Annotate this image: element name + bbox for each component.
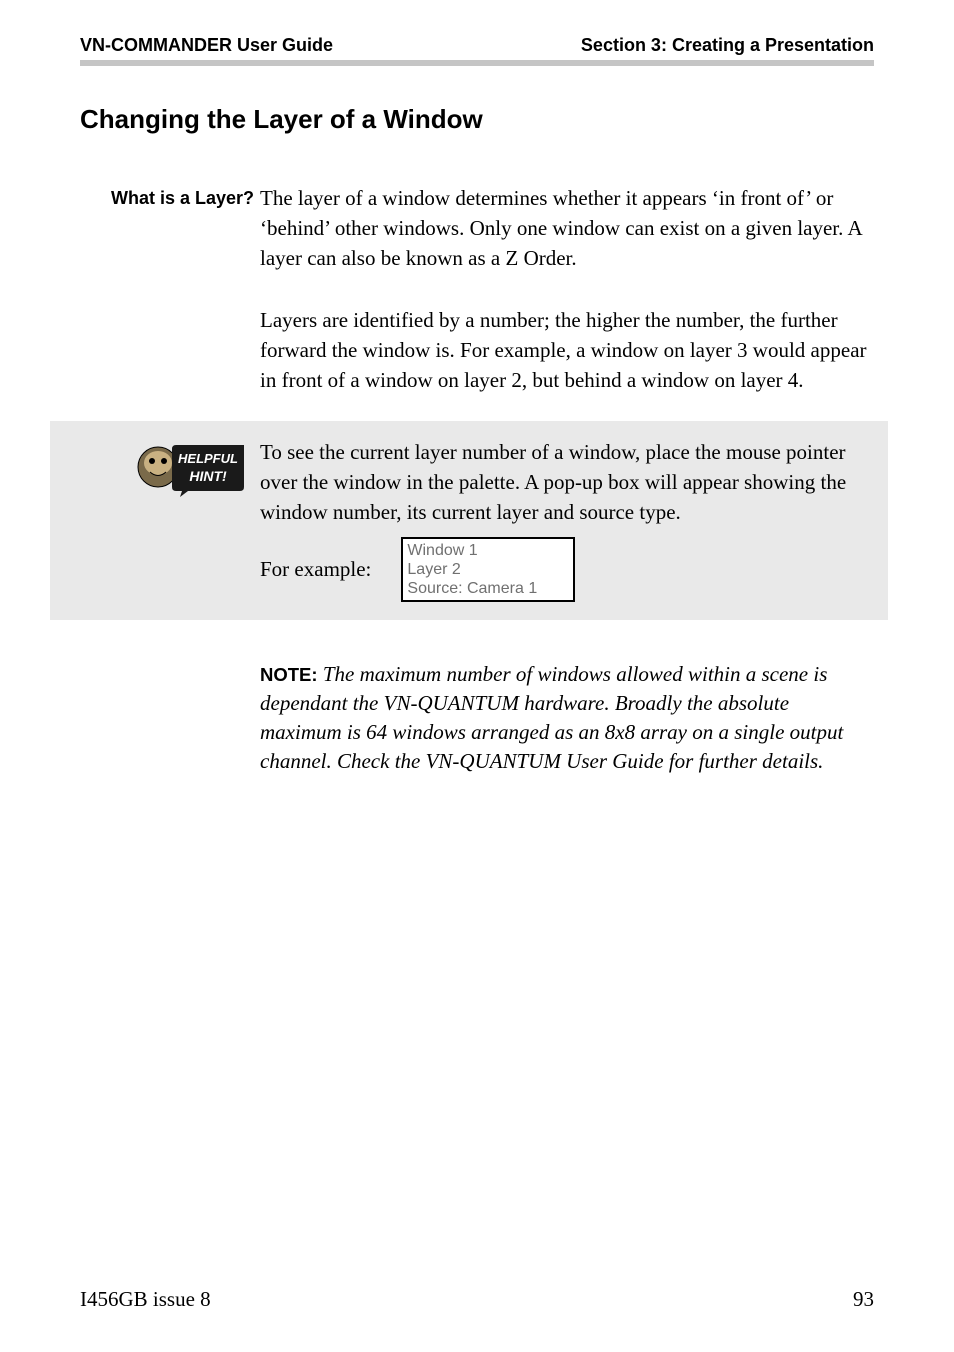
paragraph-definition: The layer of a window determines whether… <box>260 183 874 273</box>
paragraph-layers-explained: Layers are identified by a number; the h… <box>260 305 874 395</box>
definition-row: What is a Layer? The layer of a window d… <box>80 183 874 299</box>
helpful-hint-block: HELPFUL HINT! To see the current layer n… <box>50 421 888 620</box>
hint-label-top: HELPFUL <box>178 451 238 466</box>
hint-icon-wrap: HELPFUL HINT! <box>50 437 260 497</box>
definition-body: The layer of a window determines whether… <box>260 183 874 299</box>
header-right: Section 3: Creating a Presentation <box>581 35 874 56</box>
page: VN-COMMANDER User Guide Section 3: Creat… <box>0 0 954 1352</box>
tooltip-line-window: Window 1 <box>407 541 567 560</box>
hint-example-row: For example: Window 1 Layer 2 Source: Ca… <box>260 537 872 602</box>
page-header: VN-COMMANDER User Guide Section 3: Creat… <box>80 35 874 60</box>
tooltip-line-source: Source: Camera 1 <box>407 579 567 598</box>
helpful-hint-icon: HELPFUL HINT! <box>136 437 246 497</box>
note-label: NOTE: <box>260 664 318 685</box>
footer-page-number: 93 <box>853 1287 874 1312</box>
hint-text: To see the current layer number of a win… <box>260 437 872 527</box>
tooltip-box: Window 1 Layer 2 Source: Camera 1 <box>401 537 575 602</box>
body-column: Layers are identified by a number; the h… <box>260 305 874 395</box>
header-left: VN-COMMANDER User Guide <box>80 35 333 56</box>
hint-body: To see the current layer number of a win… <box>260 437 888 602</box>
hint-label-bottom: HINT! <box>189 468 227 484</box>
side-label-what-is-a-layer: What is a Layer? <box>80 183 260 213</box>
page-footer: I456GB issue 8 93 <box>80 1287 874 1312</box>
note-paragraph: NOTE: The maximum number of windows allo… <box>260 660 874 776</box>
page-title: Changing the Layer of a Window <box>80 104 874 135</box>
hint-example-label: For example: <box>260 557 371 582</box>
note-text: The maximum number of windows allowed wi… <box>260 662 843 773</box>
footer-left: I456GB issue 8 <box>80 1287 211 1312</box>
tooltip-line-layer: Layer 2 <box>407 560 567 579</box>
header-rule <box>80 60 874 66</box>
note-column: NOTE: The maximum number of windows allo… <box>260 660 874 776</box>
